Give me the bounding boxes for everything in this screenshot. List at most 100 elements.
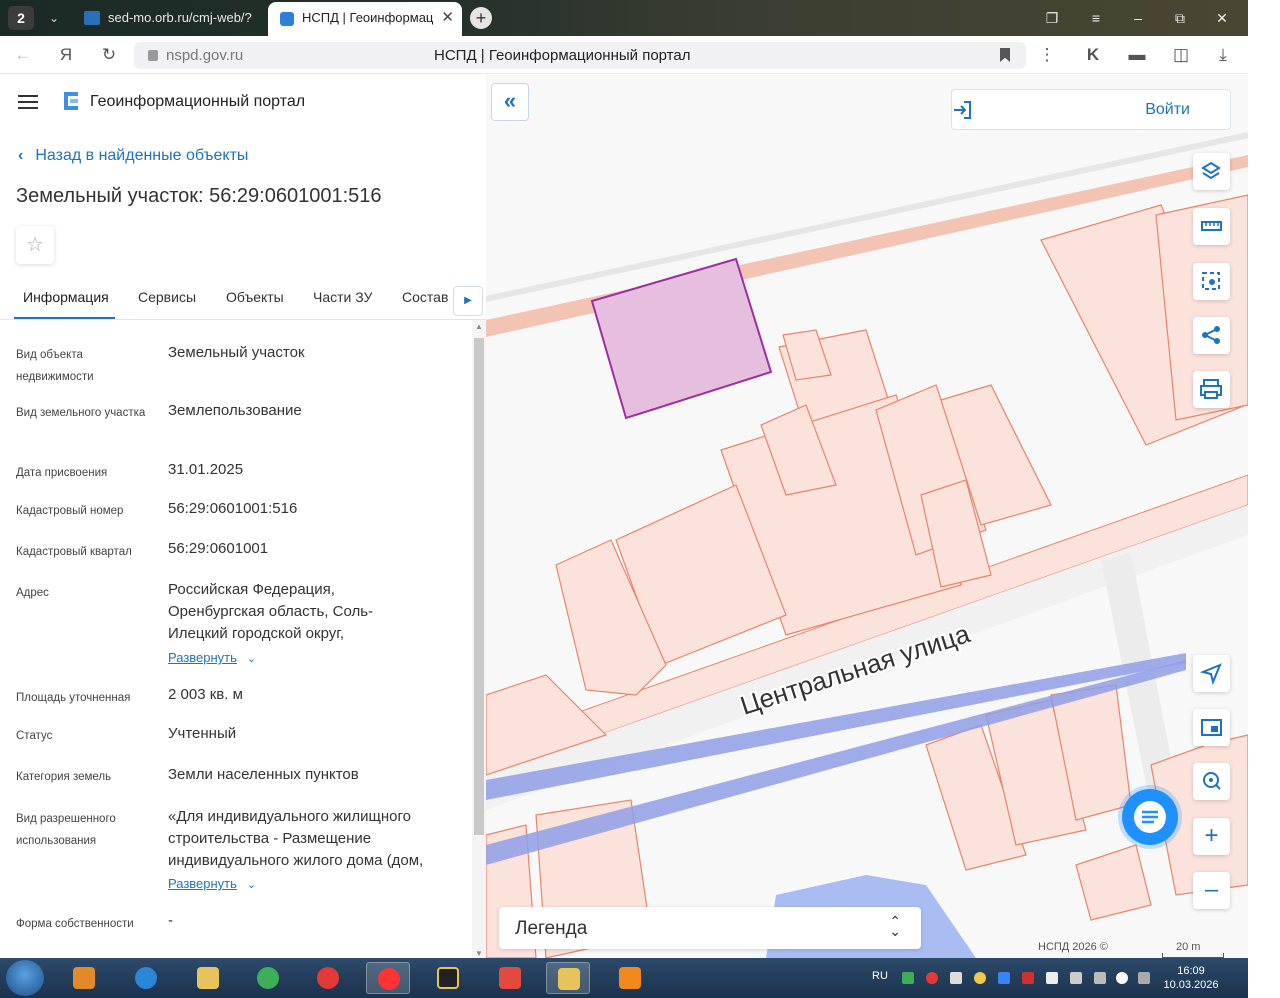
object-title: Земельный участок: 56:29:0601001:516 bbox=[16, 185, 382, 207]
layers-button[interactable] bbox=[1193, 153, 1230, 190]
more-icon[interactable]: ⋮ bbox=[1034, 42, 1060, 68]
yandex-icon[interactable]: Я bbox=[53, 42, 79, 68]
taskbar: RU 16:09 10.03.2026 bbox=[0, 958, 1248, 998]
select-area-icon bbox=[1202, 272, 1220, 290]
layers-icon bbox=[1201, 161, 1221, 180]
start-button[interactable] bbox=[6, 960, 44, 996]
collapse-panel-button[interactable]: « bbox=[491, 83, 529, 121]
page-title: НСПД | Геоинформационный портал bbox=[434, 47, 691, 64]
taskbar-pdf-app[interactable] bbox=[608, 962, 652, 994]
tray-monitor-icon[interactable] bbox=[1094, 972, 1106, 984]
tab-composition[interactable]: Состав bbox=[402, 289, 448, 305]
new-tab-button[interactable]: + bbox=[470, 7, 492, 29]
volume-icon[interactable] bbox=[1116, 972, 1128, 984]
scrollbar-thumb[interactable] bbox=[474, 338, 484, 835]
tray-qr-icon[interactable] bbox=[950, 972, 962, 984]
geolocate-button[interactable] bbox=[1193, 655, 1230, 692]
tab-parts[interactable]: Части ЗУ bbox=[313, 289, 372, 305]
back-to-results-link[interactable]: ‹ Назад в найденные объекты bbox=[18, 147, 248, 165]
info-tabs: Информация Сервисы Объекты Части ЗУ Сост… bbox=[0, 278, 486, 320]
label-cad-number: Кадастровый номер bbox=[16, 505, 124, 517]
expand-use-link[interactable]: Развернуть ⌄ bbox=[168, 876, 256, 891]
value-parcel-type: Землепользование bbox=[168, 402, 302, 419]
value-category: Земли населенных пунктов bbox=[168, 766, 359, 783]
bookmark-icon[interactable] bbox=[1000, 48, 1010, 62]
collections-icon[interactable]: ❐ bbox=[1038, 6, 1066, 30]
minimize-icon[interactable]: – bbox=[1124, 6, 1152, 30]
favorite-star-icon[interactable]: ☆ bbox=[16, 226, 54, 264]
tab-counter[interactable]: 2 bbox=[8, 6, 34, 30]
tray-safely-remove-icon[interactable] bbox=[1138, 972, 1150, 984]
sidebar-icon[interactable]: ◫ bbox=[1168, 42, 1194, 68]
taskbar-yandex[interactable] bbox=[306, 962, 350, 994]
tabs-scroll-right-icon[interactable]: ▶ bbox=[453, 286, 483, 316]
close-window-icon[interactable]: ✕ bbox=[1208, 6, 1236, 30]
tray-network-icon[interactable] bbox=[1070, 972, 1082, 984]
tab-sed[interactable]: sed-mo.orb.ru/cmj-web/? bbox=[76, 4, 262, 32]
tray-yandex-icon[interactable] bbox=[974, 972, 986, 984]
minimap-icon bbox=[1201, 719, 1222, 736]
restore-icon[interactable]: ⧉ bbox=[1166, 6, 1194, 30]
label-ownership: Форма собственности bbox=[16, 918, 134, 930]
url-field[interactable]: nspd.gov.ru НСПД | Геоинформационный пор… bbox=[134, 42, 1026, 69]
chevron-left-icon: ‹ bbox=[18, 147, 24, 164]
menu-icon[interactable]: ≡ bbox=[1082, 6, 1110, 30]
chat-button[interactable] bbox=[1122, 789, 1178, 845]
label-area: Площадь уточненная bbox=[16, 692, 131, 704]
reload-icon[interactable]: ↻ bbox=[96, 42, 122, 68]
login-icon bbox=[954, 101, 971, 119]
expand-legend-icon: ⌃ ⌄ bbox=[889, 913, 901, 939]
chevron-down-icon: ⌄ bbox=[246, 653, 257, 665]
back-arrow-icon[interactable]: ← bbox=[10, 42, 36, 68]
tabs-dropdown-icon[interactable]: ⌄ bbox=[42, 6, 66, 30]
scroll-down-icon[interactable]: ▼ bbox=[475, 949, 483, 958]
taskbar-app-green[interactable] bbox=[246, 962, 290, 994]
legend-panel[interactable]: Легенда ⌃ ⌄ bbox=[499, 907, 921, 949]
language-indicator[interactable]: RU bbox=[872, 970, 888, 982]
share-button[interactable] bbox=[1193, 317, 1230, 354]
hat-icon[interactable]: ▬ bbox=[1124, 42, 1150, 68]
tray-flag-icon[interactable] bbox=[1046, 972, 1058, 984]
minimap-button[interactable] bbox=[1193, 709, 1230, 746]
share-icon bbox=[1202, 326, 1220, 344]
tab-objects[interactable]: Объекты bbox=[226, 289, 284, 305]
navigation-arrow-icon bbox=[1199, 663, 1222, 686]
tab-nspd[interactable]: НСПД | Геоинформац ✕ bbox=[268, 2, 462, 36]
taskbar-folder[interactable] bbox=[546, 962, 590, 994]
label-category: Категория земель bbox=[16, 771, 112, 783]
clock[interactable]: 16:09 10.03.2026 bbox=[1160, 964, 1222, 992]
tray-green-icon[interactable] bbox=[902, 972, 914, 984]
expand-address-link[interactable]: Развернуть ⌄ bbox=[168, 650, 256, 665]
right-margin bbox=[1248, 0, 1280, 998]
taskbar-internet-explorer[interactable] bbox=[124, 962, 168, 994]
nspd-favicon-icon bbox=[280, 12, 294, 26]
taskbar-media-player[interactable] bbox=[62, 962, 106, 994]
tab-information[interactable]: Информация bbox=[23, 289, 109, 305]
login-button[interactable]: Войти bbox=[951, 89, 1231, 130]
label-object-type: Вид объекта недвижимости bbox=[16, 349, 94, 383]
value-cad-number: 56:29:0601001:516 bbox=[168, 500, 298, 517]
close-tab-icon[interactable]: ✕ bbox=[441, 2, 454, 34]
download-icon[interactable]: ⤓ bbox=[1210, 42, 1236, 68]
active-tab-indicator bbox=[14, 317, 115, 319]
scroll-up-icon[interactable]: ▲ bbox=[475, 322, 483, 331]
label-parcel-type: Вид земельного участка bbox=[16, 407, 146, 419]
ruler-button[interactable] bbox=[1193, 208, 1230, 245]
search-location-button[interactable] bbox=[1193, 763, 1230, 800]
tray-pdf-icon[interactable] bbox=[1022, 972, 1034, 984]
tab-services[interactable]: Сервисы bbox=[138, 289, 196, 305]
extension-icon[interactable]: K bbox=[1080, 42, 1106, 68]
taskbar-explorer[interactable] bbox=[186, 962, 230, 994]
zoom-in-button[interactable]: + bbox=[1193, 818, 1230, 855]
select-area-button[interactable] bbox=[1193, 263, 1230, 300]
tray-mail-icon[interactable] bbox=[998, 972, 1010, 984]
taskbar-bat-app[interactable] bbox=[426, 962, 470, 994]
zoom-out-button[interactable]: – bbox=[1193, 872, 1230, 909]
hamburger-icon[interactable] bbox=[18, 95, 38, 109]
taskbar-yandex-browser[interactable] bbox=[366, 962, 410, 994]
panel-scrollbar[interactable]: ▲ ▼ bbox=[472, 320, 486, 958]
map-view[interactable]: Центральная улица « Войти + – Легенда ⌃ … bbox=[486, 75, 1248, 958]
print-button[interactable] bbox=[1193, 371, 1230, 408]
tray-red-icon[interactable] bbox=[926, 972, 938, 984]
taskbar-anydesk[interactable] bbox=[488, 962, 532, 994]
